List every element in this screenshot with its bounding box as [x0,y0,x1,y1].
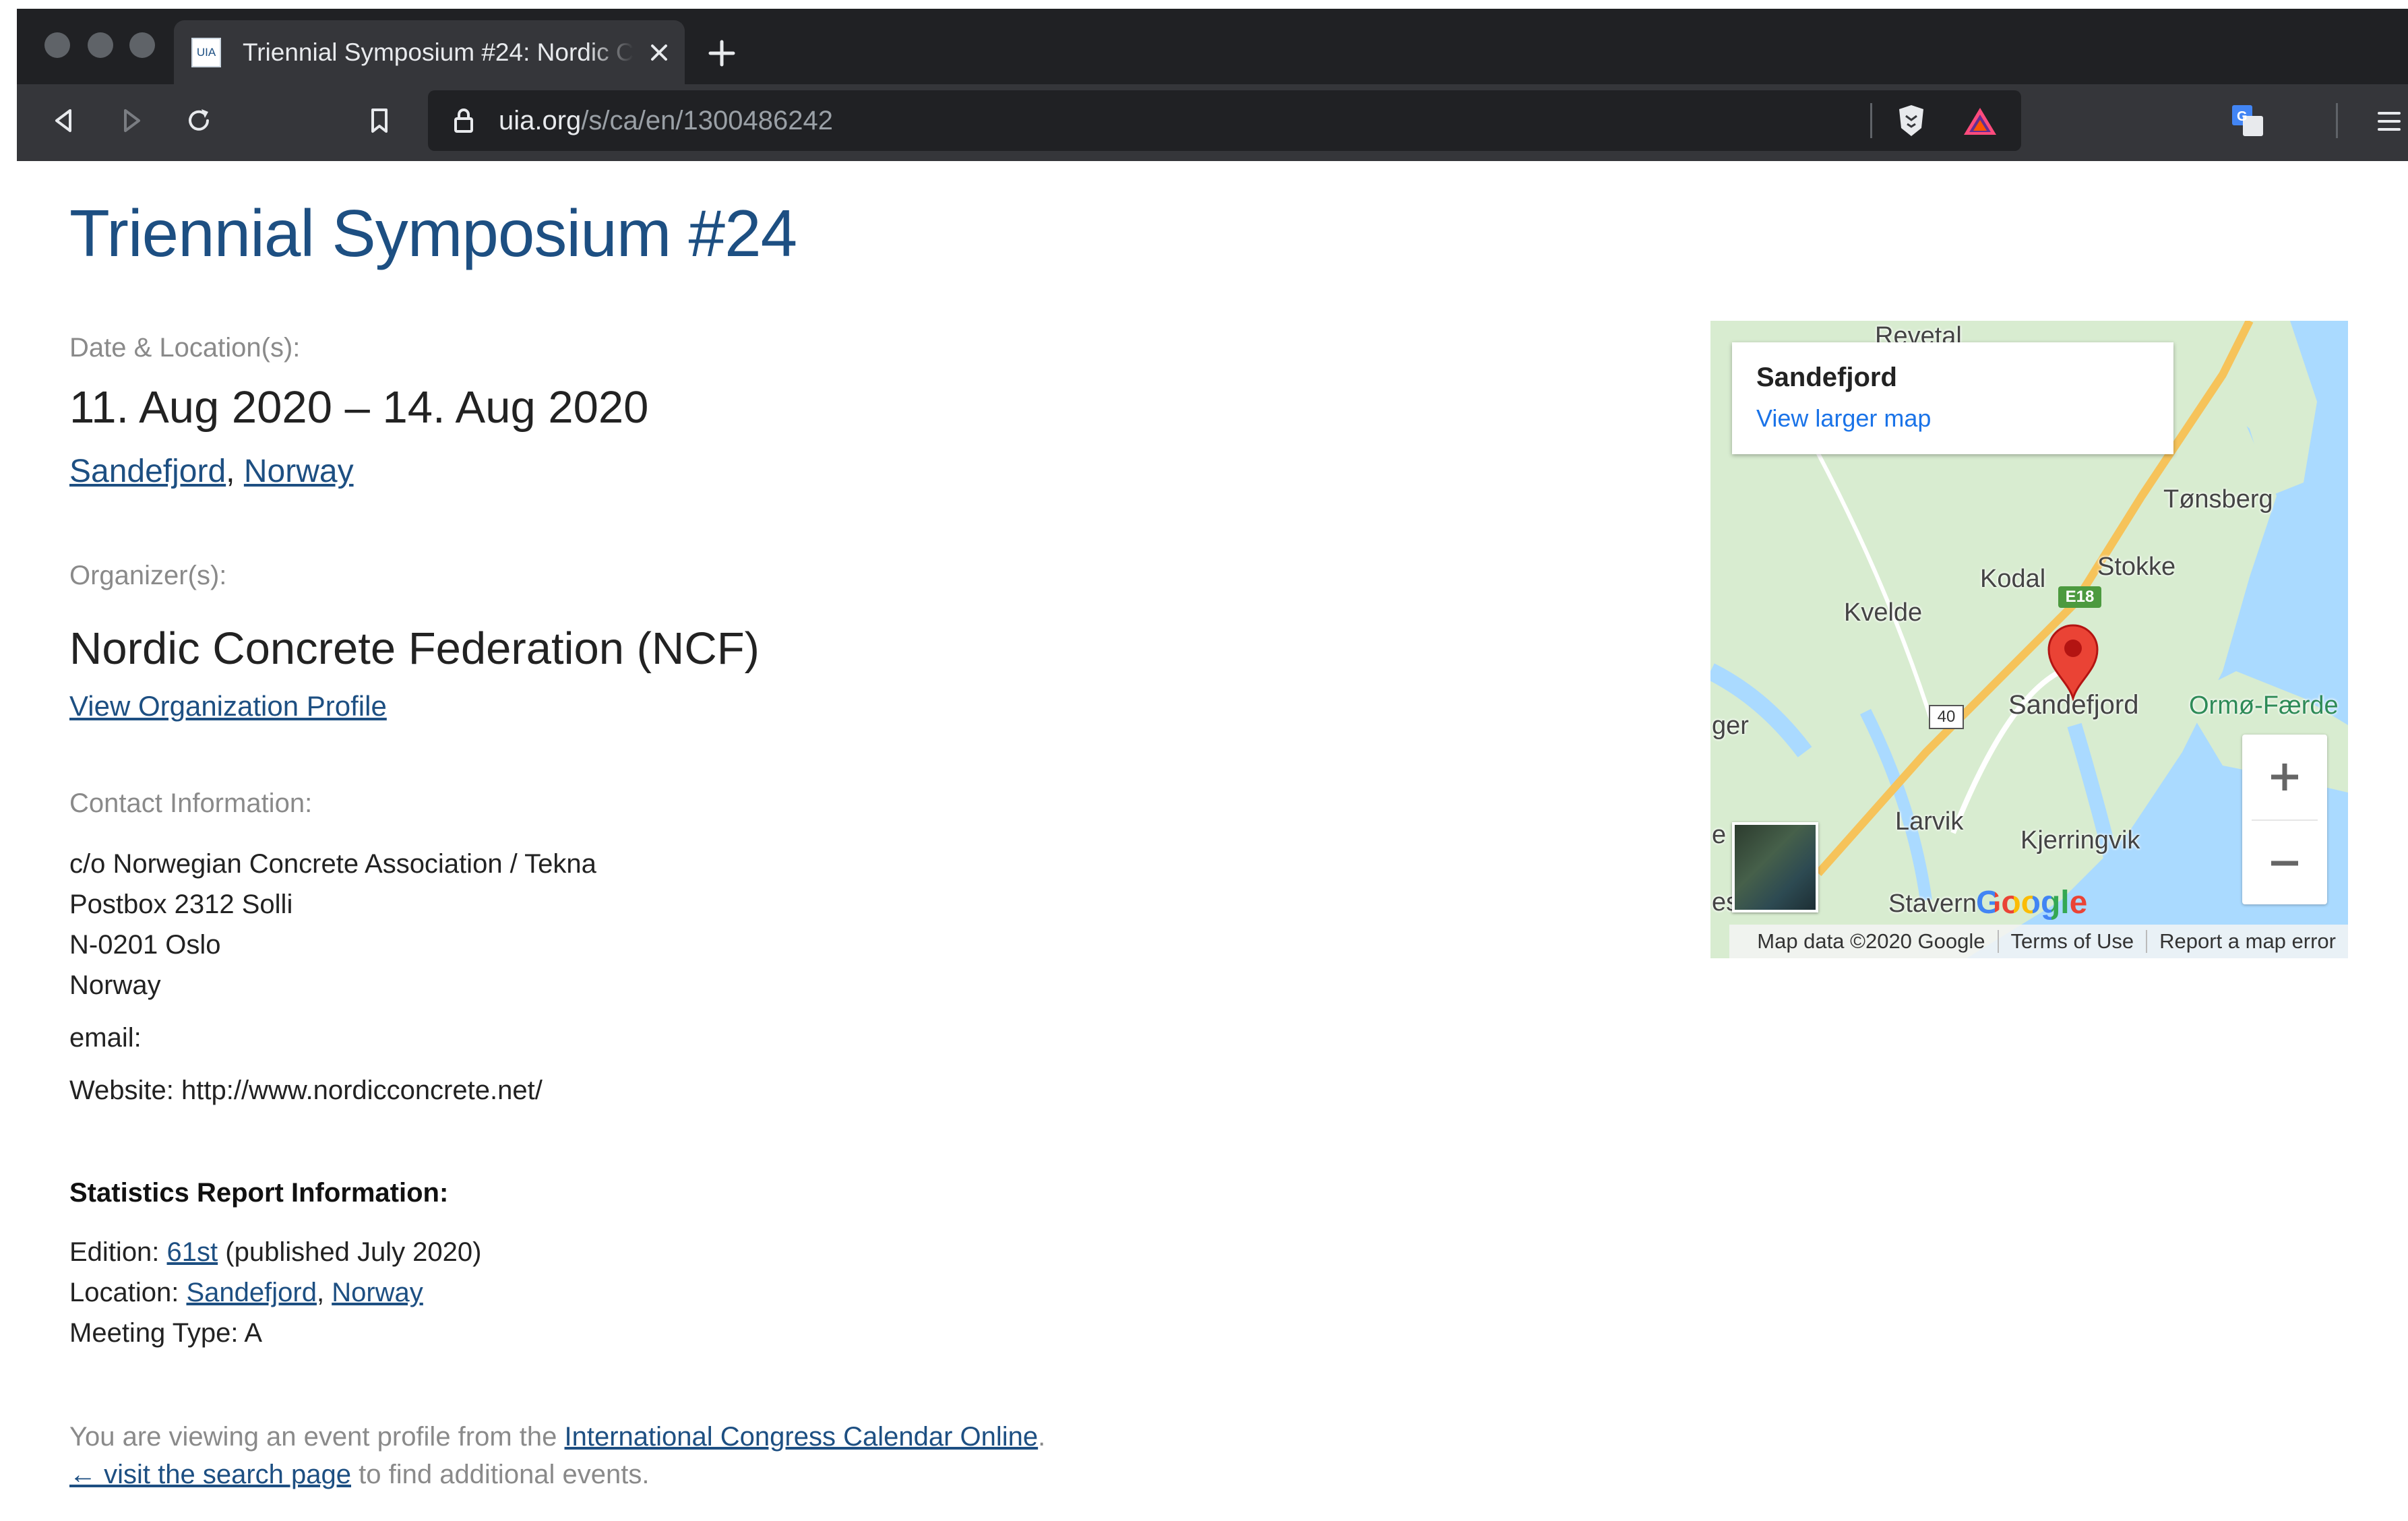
map-label: ger [1712,712,1749,740]
map-attribution-bar: Map data ©2020 Google Terms of Use Repor… [1729,925,2348,958]
hamburger-menu-icon[interactable] [2372,106,2402,136]
map-marker-icon[interactable] [2046,620,2100,701]
contact-line: Postbox 2312 Solli [69,890,293,919]
plus-icon [2271,764,2298,790]
tab-title: Triennial Symposium #24: Nordic Concrete… [243,38,634,66]
toolbar-divider [1870,103,1872,138]
minus-icon [2271,861,2298,866]
organizer-label: Organizer(s): [69,561,227,590]
svg-text:G: G [2237,109,2248,124]
satellite-toggle-button[interactable] [1732,822,1818,912]
stats-country-link[interactable]: Norway [332,1278,423,1307]
url-path: /s/ca/en/1300486242 [581,106,833,135]
statistics-heading: Statistics Report Information: [69,1178,449,1208]
back-arrow-icon[interactable] [49,105,80,136]
report-map-error-link[interactable]: Report a map error [2147,929,2348,954]
date-location-label: Date & Location(s): [69,333,301,363]
view-larger-map-link[interactable]: View larger map [1756,404,1931,433]
stats-city-link[interactable]: Sandefjord [186,1278,316,1307]
event-location: Sandefjord, Norway [69,453,354,490]
view-organization-profile-link[interactable]: View Organization Profile [69,690,387,722]
map-label: Stavern [1888,890,1977,918]
map-label: Ormø-Færde [2189,691,2339,720]
location-comma: , [226,454,235,489]
edition-suffix: (published July 2020) [218,1237,482,1267]
footer-line-2: ← visit the search page to find addition… [69,1454,650,1495]
map-info-title: Sandefjord [1756,363,1897,392]
road-shield-e18: E18 [2058,586,2101,608]
website-line: Website: http://www.nordicconcrete.net/ [69,1076,543,1105]
brave-shield-icon[interactable] [1894,102,1929,139]
zoom-out-button[interactable] [2242,821,2327,906]
url-host: uia.org [499,106,582,135]
zoom-in-button[interactable] [2242,735,2327,819]
close-icon[interactable] [644,38,674,67]
footer-suffix: . [1038,1422,1046,1452]
uia-favicon-icon: UIA [191,38,221,67]
map-label: Larvik [1895,807,1964,836]
window-close-button[interactable] [44,32,70,58]
road-shield-40: 40 [1929,705,1964,729]
congress-calendar-link[interactable]: International Congress Calendar Online [565,1422,1039,1452]
map-label: Tønsberg [2163,485,2273,514]
organizer-name: Nordic Concrete Federation (NCF) [69,623,760,674]
bookmark-icon[interactable] [364,105,395,136]
google-translate-icon[interactable]: G [2229,102,2266,139]
url-text[interactable]: uia.org/s/ca/en/1300486242 [499,90,833,151]
contact-line: c/o Norwegian Concrete Association / Tek… [69,849,596,879]
location-prefix: Location: [69,1278,187,1307]
map-label: Kodal [1980,565,2046,593]
toolbar-divider [2336,103,2338,138]
footer-line-2-suffix: to find additional events. [351,1460,650,1489]
contact-line: Norway [69,970,161,1000]
map-data-credit: Map data ©2020 Google [1757,929,1985,953]
edition-link[interactable]: 61st [167,1237,218,1267]
plus-icon[interactable] [705,36,739,70]
city-link[interactable]: Sandefjord [69,454,226,489]
google-logo-text: Google [1976,885,2088,921]
window-maximize-button[interactable] [129,32,155,58]
meeting-type-line: Meeting Type: A [69,1318,263,1348]
forward-arrow-icon[interactable] [116,105,147,136]
visit-search-page-link[interactable]: ← visit the search page [69,1460,351,1489]
footer-prefix: You are viewing an event profile from th… [69,1422,565,1452]
map-info-card [1732,342,2173,454]
brave-rewards-icon[interactable] [1961,105,1999,137]
map-terms-link[interactable]: Terms of Use [1999,929,2147,954]
edition-prefix: Edition: [69,1237,167,1267]
email-label: email: [69,1023,142,1053]
map-label: Stokke [2097,553,2176,581]
page-title: Triennial Symposium #24 [69,196,797,270]
map-label: e [1712,821,1727,849]
contact-label: Contact Information: [69,788,313,818]
reload-icon[interactable] [183,105,214,136]
map-label: Kvelde [1844,598,1923,627]
footer-line-1: You are viewing an event profile from th… [69,1417,1045,1457]
stats-location-line: Location: Sandefjord, Norway [69,1272,423,1313]
location-comma: , [316,1278,325,1307]
contact-line: N-0201 Oslo [69,930,221,960]
google-logo: Google [1976,884,2087,921]
organizer-profile-link-wrap: View Organization Profile [69,690,387,722]
country-link[interactable]: Norway [244,454,354,489]
map-label: Kjerringvik [2020,826,2140,855]
edition-line: Edition: 61st (published July 2020) [69,1232,482,1272]
lock-icon[interactable] [449,105,478,136]
window-minimize-button[interactable] [88,32,113,58]
event-dates: 11. Aug 2020 – 14. Aug 2020 [69,382,649,433]
